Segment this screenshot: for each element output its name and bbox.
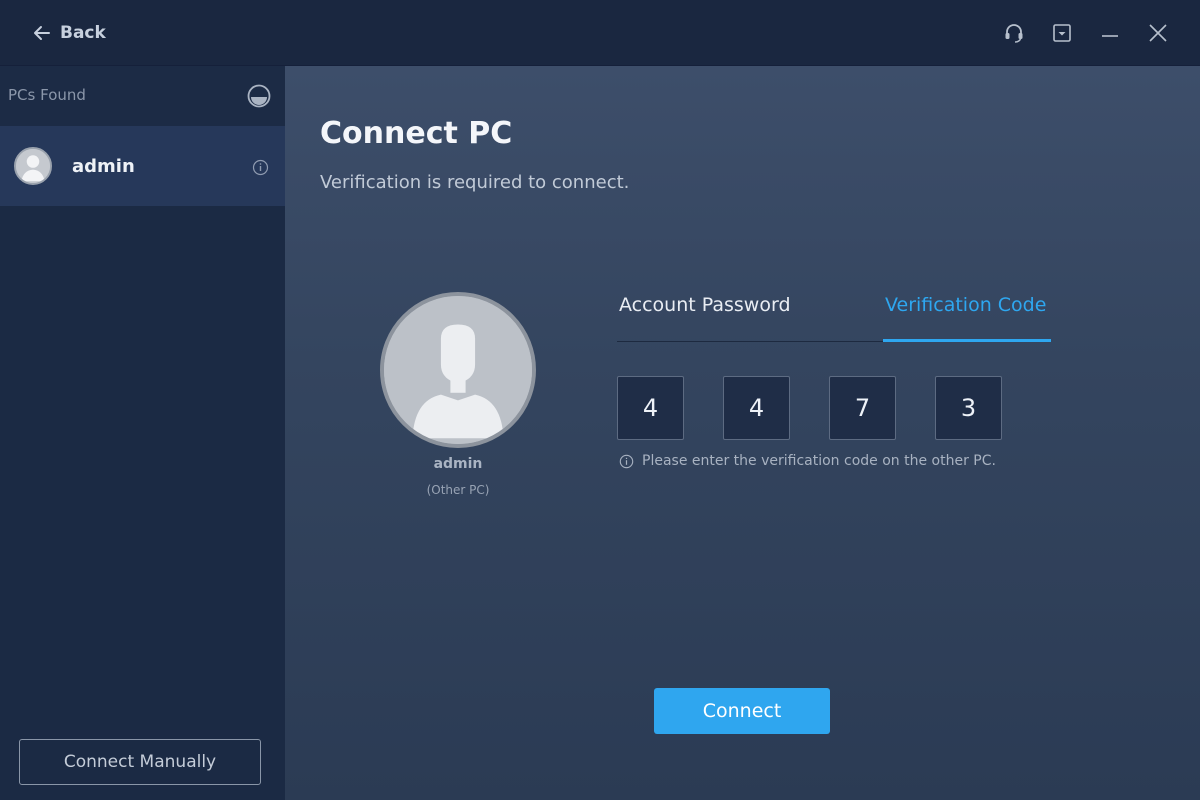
page-subtitle: Verification is required to connect. (320, 172, 630, 193)
support-icon (1005, 24, 1023, 43)
sidebar: PCs Found admin Connect Manually (0, 66, 285, 800)
auth-tabs: Account Password Verification Code (617, 276, 1051, 342)
code-digit-2[interactable] (723, 376, 790, 440)
code-digit-1[interactable] (617, 376, 684, 440)
info-icon (619, 454, 634, 468)
minimize-to-tray-icon (1053, 24, 1071, 42)
close-icon (1149, 24, 1167, 42)
minimize-icon (1102, 35, 1118, 37)
remote-pc-sub: (Other PC) (426, 483, 490, 497)
user-icon (384, 296, 532, 444)
minimize-to-tray-button[interactable] (1049, 20, 1075, 46)
code-digit-3[interactable] (829, 376, 896, 440)
remote-pc-avatar (380, 292, 536, 448)
verification-hint: Please enter the verification code on th… (619, 453, 996, 469)
back-label: Back (60, 23, 106, 43)
remote-pc-name: admin (433, 456, 483, 472)
sidebar-header: PCs Found (0, 66, 285, 126)
info-icon[interactable] (252, 159, 269, 176)
pcs-found-label: PCs Found (8, 86, 86, 104)
connect-button[interactable]: Connect (654, 688, 830, 734)
connect-manually-button[interactable]: Connect Manually (19, 739, 261, 785)
main-panel: Connect PC Verification is required to c… (285, 66, 1200, 800)
avatar (14, 147, 52, 185)
close-button[interactable] (1145, 20, 1171, 46)
minimize-button[interactable] (1097, 20, 1123, 46)
arrow-left-icon (34, 26, 50, 40)
tab-verification-code[interactable]: Verification Code (885, 294, 1046, 316)
sidebar-item-admin[interactable]: admin (0, 126, 285, 206)
code-digit-4[interactable] (935, 376, 1002, 440)
pc-name: admin (72, 156, 135, 177)
page-title: Connect PC (320, 116, 513, 151)
active-tab-indicator (883, 339, 1051, 342)
tab-account-password[interactable]: Account Password (619, 294, 791, 316)
support-button[interactable] (1001, 20, 1027, 46)
hint-text: Please enter the verification code on th… (642, 453, 996, 469)
back-button[interactable]: Back (32, 20, 106, 46)
refresh-icon[interactable] (246, 83, 272, 109)
title-bar: Back (0, 0, 1200, 66)
